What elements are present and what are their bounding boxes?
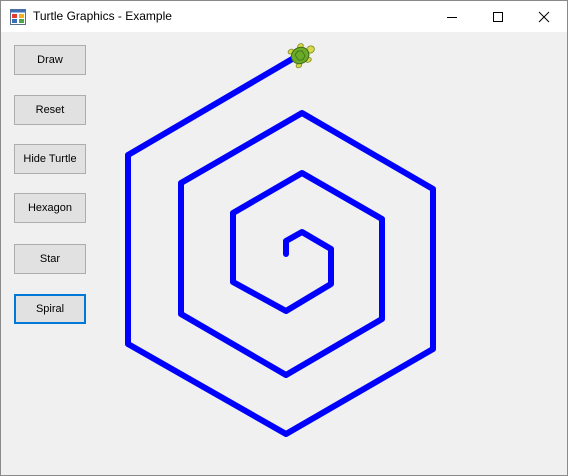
close-button[interactable] [521, 1, 567, 32]
app-window: Turtle Graphics - Example Draw Reset Hid… [0, 0, 568, 476]
drawing-canvas[interactable] [1, 32, 567, 475]
minimize-button[interactable] [429, 1, 475, 32]
close-icon [538, 11, 550, 23]
maximize-button[interactable] [475, 1, 521, 32]
maximize-icon [493, 12, 503, 22]
app-icon [10, 9, 26, 25]
minimize-icon [447, 17, 457, 18]
title-bar[interactable]: Turtle Graphics - Example [1, 1, 567, 32]
spiral-path [125, 52, 436, 437]
turtle-icon [287, 43, 315, 69]
client-area: Draw Reset Hide Turtle Hexagon Star Spir… [1, 32, 567, 475]
window-title: Turtle Graphics - Example [33, 9, 172, 23]
